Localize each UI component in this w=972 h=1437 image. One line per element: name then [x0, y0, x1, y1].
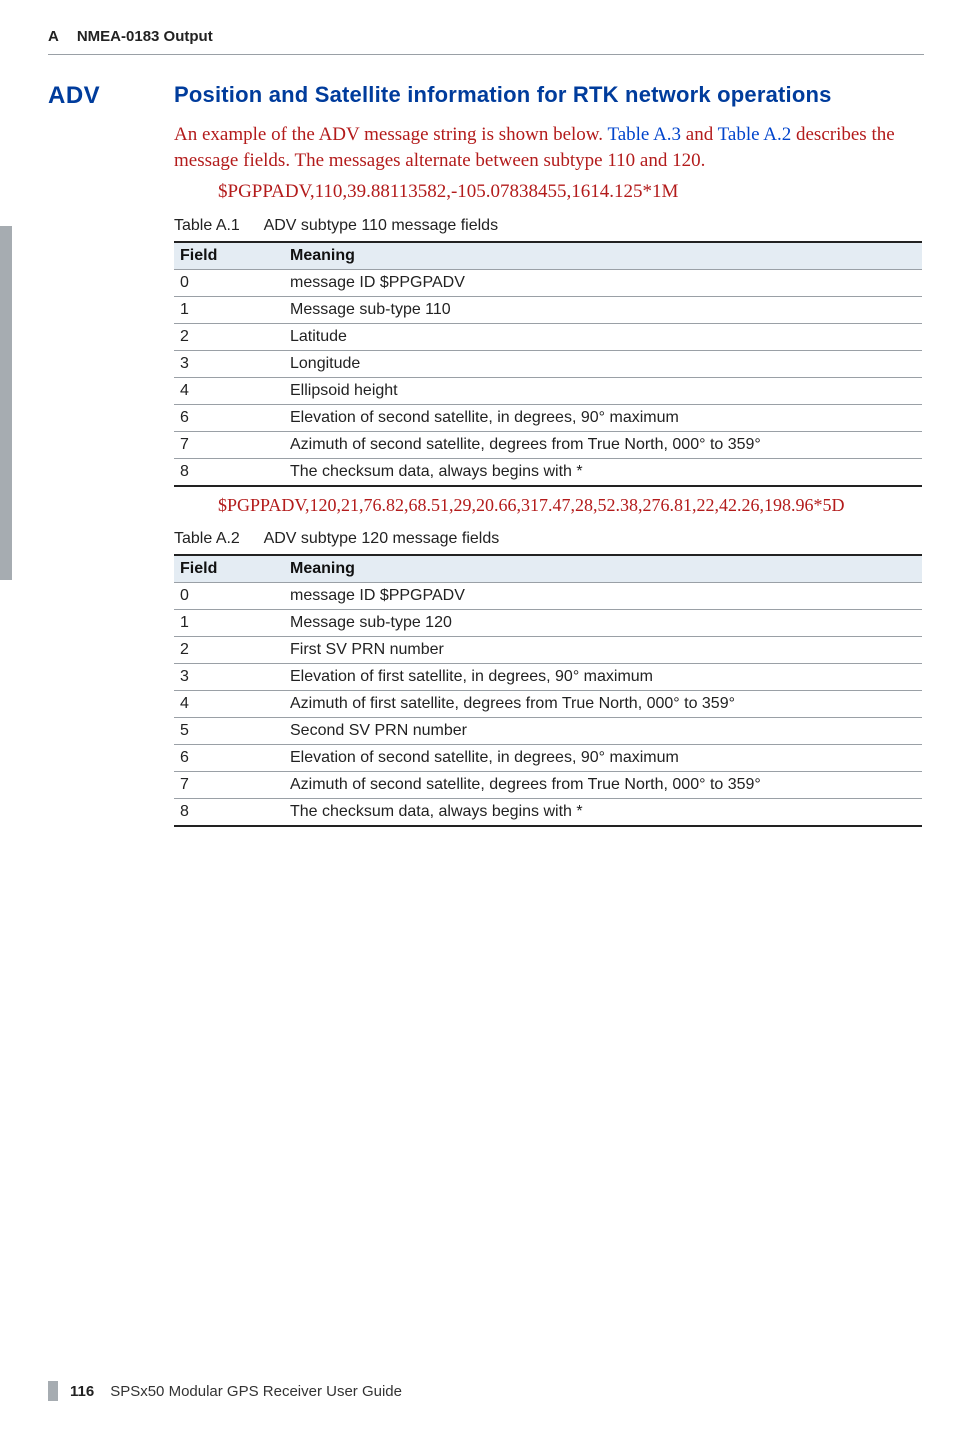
table-row: 8The checksum data, always begins with *: [174, 459, 922, 487]
table-cell: Message sub-type 110: [284, 297, 922, 324]
table-cell: Longitude: [284, 351, 922, 378]
table-row: 0message ID $PPGPADV: [174, 583, 922, 610]
table-adv-120: Field Meaning 0message ID $PPGPADV1Messa…: [174, 554, 922, 827]
table-cell: The checksum data, always begins with *: [284, 459, 922, 487]
table-cell: 6: [174, 745, 284, 772]
table-row: 4Ellipsoid height: [174, 378, 922, 405]
table-row: 3Elevation of first satellite, in degree…: [174, 664, 922, 691]
table-adv-110: Field Meaning 0message ID $PPGPADV1Messa…: [174, 241, 922, 487]
table-cell: Azimuth of second satellite, degrees fro…: [284, 432, 922, 459]
table-row: 4Azimuth of first satellite, degrees fro…: [174, 691, 922, 718]
table-row: 6Elevation of second satellite, in degre…: [174, 405, 922, 432]
table-cell: 2: [174, 324, 284, 351]
table1-col-meaning: Meaning: [284, 242, 922, 270]
table1-caption-text: ADV subtype 110 message fields: [264, 217, 499, 234]
table2-body: 0message ID $PPGPADV1Message sub-type 12…: [174, 583, 922, 827]
table2-caption: Table A.2 ADV subtype 120 message fields: [174, 530, 922, 548]
table-cell: 1: [174, 297, 284, 324]
table1-number: Table A.1: [174, 217, 260, 235]
table1-header-row: Field Meaning: [174, 242, 922, 270]
table-row: 2Latitude: [174, 324, 922, 351]
intro-pre: An example of the ADV message string is …: [174, 124, 607, 145]
table-row: 1Message sub-type 110: [174, 297, 922, 324]
section-side-label: ADV: [48, 82, 100, 110]
table-cell: 3: [174, 351, 284, 378]
link-table-a3[interactable]: Table A.3: [607, 124, 681, 145]
publication-title: SPSx50 Modular GPS Receiver User Guide: [110, 1383, 402, 1400]
table-cell: Elevation of second satellite, in degree…: [284, 745, 922, 772]
table2-col-meaning: Meaning: [284, 555, 922, 583]
table-cell: Azimuth of second satellite, degrees fro…: [284, 772, 922, 799]
table-row: 5Second SV PRN number: [174, 718, 922, 745]
table-row: 1Message sub-type 120: [174, 610, 922, 637]
table-cell: 0: [174, 583, 284, 610]
table-cell: message ID $PPGPADV: [284, 270, 922, 297]
table-cell: 0: [174, 270, 284, 297]
table2-caption-text: ADV subtype 120 message fields: [264, 530, 500, 547]
page-root: A NMEA-0183 Output ADV Position and Sate…: [0, 0, 972, 1437]
table-row: 3Longitude: [174, 351, 922, 378]
table-cell: 4: [174, 378, 284, 405]
page-footer: 116 SPSx50 Modular GPS Receiver User Gui…: [48, 1381, 402, 1401]
chapter-letter: A: [48, 28, 59, 45]
footer-box-icon: [48, 1381, 58, 1401]
table-cell: Elevation of second satellite, in degree…: [284, 405, 922, 432]
chapter-title: NMEA-0183 Output: [77, 28, 213, 45]
table-row: 7Azimuth of second satellite, degrees fr…: [174, 772, 922, 799]
table-cell: 2: [174, 637, 284, 664]
table2-number: Table A.2: [174, 530, 260, 548]
table-cell: 6: [174, 405, 284, 432]
table1-body: 0message ID $PPGPADV1Message sub-type 11…: [174, 270, 922, 487]
table2-col-field: Field: [174, 555, 284, 583]
table-cell: 8: [174, 799, 284, 827]
link-table-a2[interactable]: Table A.2: [718, 124, 792, 145]
table-cell: First SV PRN number: [284, 637, 922, 664]
page-header: A NMEA-0183 Output: [48, 24, 924, 55]
table-cell: Elevation of first satellite, in degrees…: [284, 664, 922, 691]
side-tab: [0, 226, 12, 580]
intro-and: and: [681, 124, 718, 145]
table-cell: Ellipsoid height: [284, 378, 922, 405]
table-row: 7Azimuth of second satellite, degrees fr…: [174, 432, 922, 459]
table-row: 0message ID $PPGPADV: [174, 270, 922, 297]
table2-header-row: Field Meaning: [174, 555, 922, 583]
table-row: 2First SV PRN number: [174, 637, 922, 664]
table-cell: Latitude: [284, 324, 922, 351]
table-cell: 1: [174, 610, 284, 637]
table-cell: Message sub-type 120: [284, 610, 922, 637]
page-number: 116: [70, 1383, 94, 1400]
table-row: 8The checksum data, always begins with *: [174, 799, 922, 827]
table-cell: 8: [174, 459, 284, 487]
intro-paragraph: An example of the ADV message string is …: [174, 122, 922, 173]
table1-caption: Table A.1 ADV subtype 110 message fields: [174, 217, 922, 235]
table-cell: message ID $PPGPADV: [284, 583, 922, 610]
table-row: 6Elevation of second satellite, in degre…: [174, 745, 922, 772]
table-cell: 7: [174, 772, 284, 799]
table-cell: 4: [174, 691, 284, 718]
table1-col-field: Field: [174, 242, 284, 270]
content-column: Position and Satellite information for R…: [174, 82, 922, 827]
table-cell: 7: [174, 432, 284, 459]
table-cell: The checksum data, always begins with *: [284, 799, 922, 827]
sample-string-110: $PGPPADV,110,39.88113582,-105.07838455,1…: [218, 181, 922, 203]
sample-string-120: $PGPPADV,120,21,76.82,68.51,29,20.66,317…: [218, 495, 922, 516]
table-cell: 5: [174, 718, 284, 745]
table-cell: Azimuth of first satellite, degrees from…: [284, 691, 922, 718]
table-cell: 3: [174, 664, 284, 691]
table-cell: Second SV PRN number: [284, 718, 922, 745]
section-title: Position and Satellite information for R…: [174, 82, 922, 108]
